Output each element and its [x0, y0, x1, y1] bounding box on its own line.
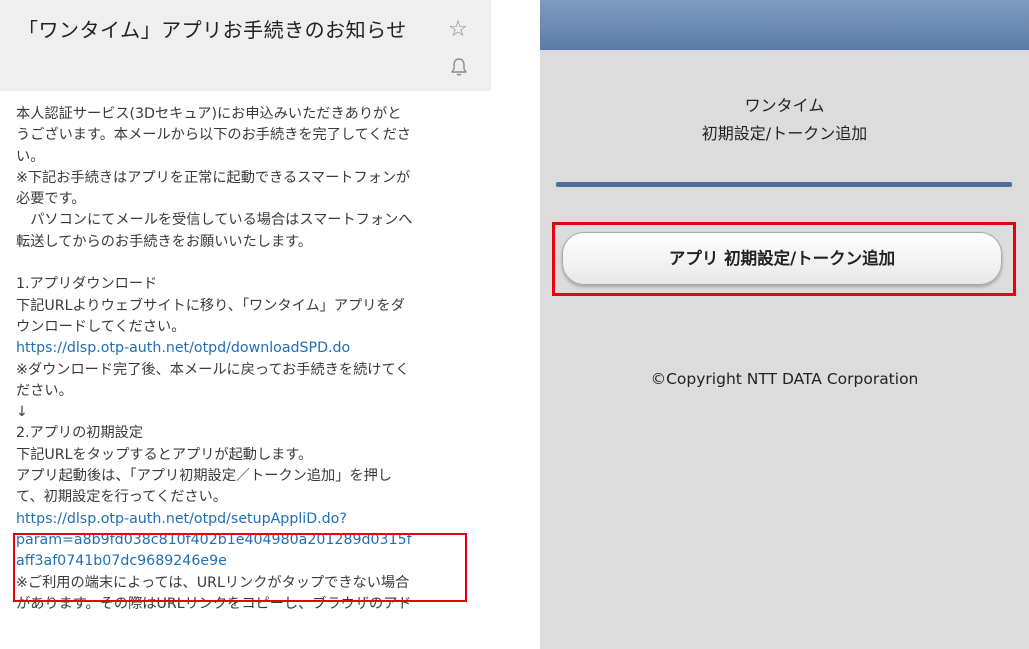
setup-link-line[interactable]: https://dlsp.otp-auth.net/otpd/setupAppl…	[16, 509, 476, 530]
down-arrow: ↓	[16, 404, 28, 421]
body-text-line: 下記URLよりウェブサイトに移り、「ワンタイム」アプリをダ	[16, 297, 405, 314]
email-view: 「ワンタイム」アプリお手続きのお知らせ ☆ 本人認証サービス(3Dセキュア)にお…	[0, 0, 491, 649]
app-title-line: 初期設定/トークン追加	[701, 124, 868, 143]
body-text-line: があります。その際はURLリンクをコピーし、ブラウザのアド	[16, 595, 412, 612]
body-text-line: ウンロードしてください。	[16, 318, 186, 335]
star-icon[interactable]: ☆	[444, 16, 472, 44]
bell-icon[interactable]	[448, 56, 470, 78]
app-top-bar	[540, 0, 1029, 50]
app-divider-rule	[556, 182, 1012, 187]
body-text-line: て、初期設定を行ってください。	[16, 489, 227, 506]
body-text-line: パソコンにてメールを受信している場合はスマートフォンへ	[16, 212, 413, 229]
body-text-line: 本人認証サービス(3Dセキュア)にお申込みいただきありがと	[16, 106, 402, 122]
step1-heading: 1.アプリダウンロード	[16, 276, 158, 293]
copyright-text: ©Copyright NTT DATA Corporation	[650, 370, 919, 388]
setup-link-line[interactable]: aff3af0741b07dc9689246e9e	[16, 551, 476, 572]
email-subject: 「ワンタイム」アプリお手続きのお知らせ	[18, 18, 407, 42]
step2-heading: 2.アプリの初期設定	[16, 425, 144, 442]
panel-divider	[491, 0, 540, 649]
app-title: ワンタイム 初期設定/トークン追加	[540, 92, 1029, 148]
setup-link-line[interactable]: param=a8b9fd038c810f402b1e404980a201289d…	[16, 530, 476, 551]
app-title-line: ワンタイム	[744, 96, 825, 115]
body-text-line: ※ご利用の端末によっては、URLリンクがタップできない場合	[16, 574, 410, 591]
initial-setup-button[interactable]: アプリ 初期設定/トークン追加	[562, 232, 1002, 285]
download-link[interactable]: https://dlsp.otp-auth.net/otpd/downloadS…	[16, 340, 350, 356]
body-text-line: 下記URLをタップするとアプリが起動します。	[16, 446, 313, 463]
email-header: 「ワンタイム」アプリお手続きのお知らせ ☆	[0, 0, 491, 91]
body-text-line: い。	[16, 148, 45, 165]
email-body: 本人認証サービス(3Dセキュア)にお申込みいただきありがと うございます。本メー…	[16, 104, 476, 615]
body-text-line: アプリ起動後は、「アプリ初期設定／トークン追加」を押し	[16, 468, 392, 485]
body-text-line: ※ダウンロード完了後、本メールに戻ってお手続きを続けてく	[16, 361, 410, 378]
setup-link[interactable]: https://dlsp.otp-auth.net/otpd/setupAppl…	[16, 509, 476, 573]
body-text-line: 必要です。	[16, 191, 86, 208]
body-text-line: うございます。本メールから以下のお手続きを完了してくださ	[16, 127, 411, 144]
body-text-line: ※下記お手続きはアプリを正常に起動できるスマートフォンが	[16, 169, 411, 186]
body-text-line: ださい。	[16, 382, 73, 399]
app-view: ワンタイム 初期設定/トークン追加 アプリ 初期設定/トークン追加 ©Copyr…	[540, 0, 1029, 649]
body-text-line: 転送してからのお手続きをお願いいたします。	[16, 233, 313, 250]
